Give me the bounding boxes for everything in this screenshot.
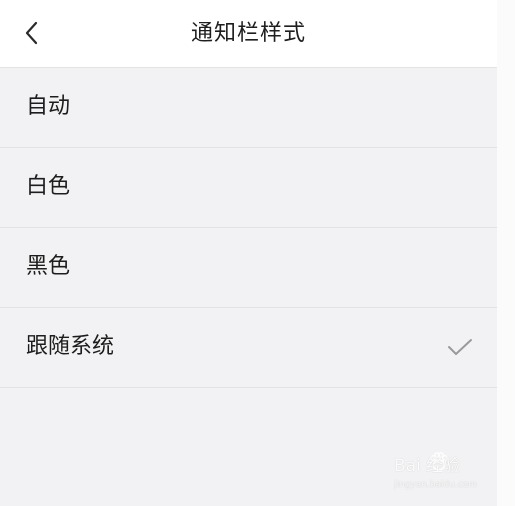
option-follow-system[interactable]: 跟随系统 bbox=[0, 308, 497, 388]
option-label: 白色 bbox=[26, 174, 71, 199]
option-label: 跟随系统 bbox=[26, 334, 115, 359]
page-title: 通知栏样式 bbox=[190, 21, 306, 46]
option-auto[interactable]: 自动 bbox=[0, 68, 497, 148]
top-bar: 通知栏样式 bbox=[0, 0, 497, 68]
check-icon bbox=[448, 339, 472, 355]
option-white[interactable]: 白色 bbox=[0, 148, 497, 228]
notification-style-screen: 通知栏样式 自动 白色 黑色 跟随系统 bbox=[0, 0, 497, 506]
screen-edge bbox=[497, 0, 515, 506]
option-label: 黑色 bbox=[26, 254, 71, 279]
option-black[interactable]: 黑色 bbox=[0, 228, 497, 308]
notification-style-options: 自动 白色 黑色 跟随系统 bbox=[0, 68, 497, 388]
option-label: 自动 bbox=[26, 94, 71, 119]
